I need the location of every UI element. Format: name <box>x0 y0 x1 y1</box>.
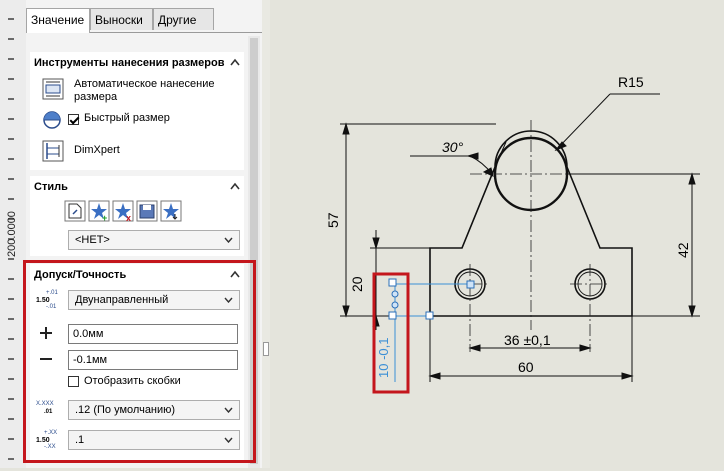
tolerance-section: Допуск/Точность +.01 1.50 -.01 Двунаправ… <box>30 264 244 462</box>
chevron-up-icon[interactable] <box>230 182 240 190</box>
chevron-down-icon <box>224 237 233 243</box>
add-style-icon[interactable]: + <box>88 200 110 222</box>
tolerance-type-select[interactable]: Двунаправленный <box>68 290 240 310</box>
splitter-grip[interactable] <box>263 342 269 356</box>
style-select-value: <НЕТ> <box>75 234 110 246</box>
style-title: Стиль <box>34 181 68 193</box>
dimension-42-label[interactable]: 42 <box>675 242 691 258</box>
dimension-57-label[interactable]: 57 <box>325 212 341 228</box>
tolerance-precision-value: .1 <box>75 434 85 446</box>
auto-dimension-line2: размера <box>74 91 118 103</box>
apply-style-icon[interactable] <box>64 200 86 222</box>
style-section: Стиль + x <НЕТ> <box>30 176 244 256</box>
svg-text:x: x <box>126 213 131 222</box>
dimxpert-label[interactable]: DimXpert <box>74 144 120 156</box>
chevron-down-icon <box>224 297 233 303</box>
ruler-value: 200.0000 <box>6 211 18 257</box>
dimension-20-label[interactable]: 20 <box>349 276 365 292</box>
angle-label[interactable]: 30° <box>442 139 464 155</box>
show-parentheses-label: Отобразить скобки <box>84 375 181 387</box>
tolerance-type-value: Двунаправленный <box>75 294 169 306</box>
style-select[interactable]: <НЕТ> <box>68 230 240 250</box>
minus-icon <box>40 358 52 360</box>
save-style-icon[interactable] <box>136 200 158 222</box>
show-parentheses-checkbox[interactable] <box>68 376 79 387</box>
chevron-down-icon <box>224 437 233 443</box>
dimension-36-label[interactable]: 36 ±0,1 <box>504 332 551 348</box>
tolerance-header[interactable]: Допуск/Точность <box>30 264 244 286</box>
auto-dimension-label[interactable]: Автоматическое нанесение размера <box>74 78 215 104</box>
tolerance-precision-select[interactable]: .1 <box>68 430 240 450</box>
panel-scrollbar[interactable] <box>248 36 260 468</box>
primary-precision-icon: X.XXX .01 <box>36 401 54 415</box>
load-style-icon[interactable] <box>160 200 182 222</box>
quick-dimension-icon <box>43 111 61 129</box>
panel-splitter[interactable] <box>262 0 270 468</box>
delete-style-icon[interactable]: x <box>112 200 134 222</box>
radius-label[interactable]: R15 <box>618 74 644 90</box>
tolerance-type-icon: +.01 1.50 -.01 <box>36 290 58 310</box>
auto-dimension-icon[interactable] <box>42 78 64 100</box>
lower-tolerance-input[interactable]: -0.1мм <box>68 350 238 370</box>
chevron-up-icon[interactable] <box>230 58 240 66</box>
svg-text:+: + <box>102 213 107 222</box>
tab-leaders[interactable]: Выноски <box>90 8 153 30</box>
quick-dimension-label: Быстрый размер <box>84 112 170 124</box>
radius-leader[interactable] <box>554 93 660 152</box>
dimension-10-selected[interactable] <box>392 283 470 382</box>
vertical-ruler: 200.0000 <box>0 0 27 468</box>
dimension-60-label[interactable]: 60 <box>518 359 534 375</box>
angle-dimension[interactable] <box>410 141 507 249</box>
dimension-tools-section: Инструменты нанесения размеров Автоматич… <box>30 52 244 170</box>
drawing-canvas[interactable]: R15 30° 57 42 20 36 ±0,1 60 10 -0,1 <box>270 0 724 468</box>
tab-bar: Значение Выноски Другие <box>26 8 262 33</box>
property-manager: Значение Выноски Другие Инструменты нане… <box>23 0 263 468</box>
scrollbar-thumb[interactable] <box>250 38 258 464</box>
tolerance-title: Допуск/Точность <box>34 269 127 281</box>
dimension-10-label[interactable]: 10 -0,1 <box>376 338 391 378</box>
auto-dimension-line1: Автоматическое нанесение <box>74 78 215 90</box>
primary-precision-select[interactable]: .12 (По умолчанию) <box>68 400 240 420</box>
primary-precision-value: .12 (По умолчанию) <box>75 404 176 416</box>
upper-tolerance-input[interactable]: 0.0мм <box>68 324 238 344</box>
dimension-tools-title: Инструменты нанесения размеров <box>34 57 225 69</box>
style-header[interactable]: Стиль <box>30 176 244 198</box>
chevron-down-icon <box>224 407 233 413</box>
selection-handles[interactable] <box>388 278 475 320</box>
tolerance-precision-icon: +.XX 1.50 -.XX <box>36 430 58 450</box>
quick-dimension-checkbox[interactable] <box>68 114 79 125</box>
chevron-up-icon[interactable] <box>230 270 240 278</box>
dimxpert-icon[interactable] <box>42 140 64 162</box>
dimension-20[interactable] <box>370 230 430 330</box>
tab-other[interactable]: Другие <box>153 8 214 30</box>
tab-value[interactable]: Значение <box>26 8 90 33</box>
dimension-tools-header[interactable]: Инструменты нанесения размеров <box>30 52 244 74</box>
drawing-svg[interactable]: R15 30° 57 42 20 36 ±0,1 60 10 -0,1 <box>270 0 724 468</box>
plus-icon <box>40 327 52 339</box>
